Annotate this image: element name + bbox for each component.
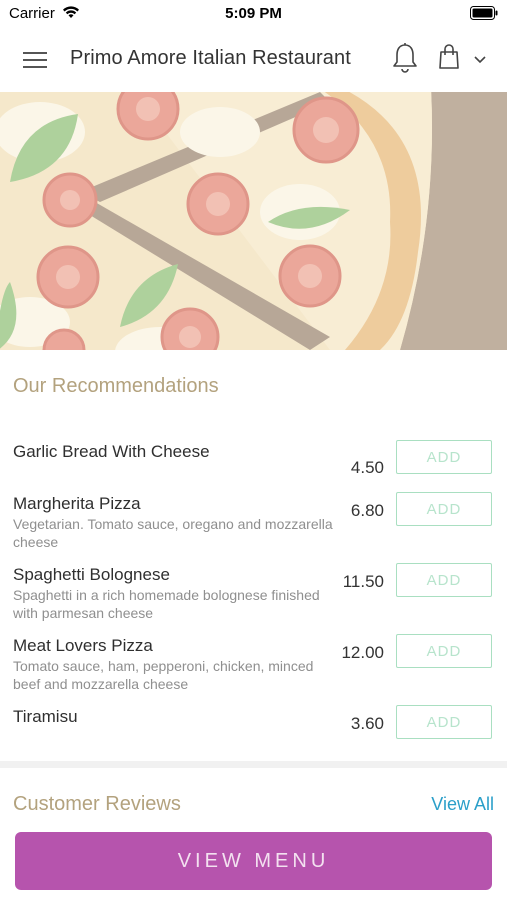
item-description: Tomato sauce, ham, pepperoni, chicken, m… bbox=[13, 658, 314, 692]
item-name: Meat Lovers Pizza bbox=[13, 636, 153, 655]
item-price: 4.50 bbox=[350, 458, 384, 477]
add-garlic-bread-button[interactable]: ADD bbox=[396, 440, 492, 474]
bell-icon[interactable] bbox=[391, 42, 419, 74]
item-price: 11.50 bbox=[342, 572, 384, 591]
battery-icon bbox=[470, 6, 498, 24]
app-header: Primo Amore Italian Restaurant bbox=[0, 28, 507, 92]
menu-icon[interactable] bbox=[22, 47, 48, 73]
item-price: 3.60 bbox=[350, 714, 384, 733]
add-tiramisu-button[interactable]: ADD bbox=[396, 705, 492, 739]
add-margherita-button[interactable]: ADD bbox=[396, 492, 492, 526]
recommendations-title: Our Recommendations bbox=[13, 375, 219, 397]
item-name: Spaghetti Bolognese bbox=[13, 565, 170, 584]
page-title: Primo Amore Italian Restaurant bbox=[70, 47, 351, 69]
item-description: Vegetarian. Tomato sauce, oregano and mo… bbox=[13, 516, 333, 550]
view-all-reviews-link[interactable]: View All bbox=[431, 794, 494, 815]
item-name: Tiramisu bbox=[13, 707, 78, 726]
item-price: 12.00 bbox=[341, 643, 384, 662]
status-bar: Carrier 5:09 PM bbox=[0, 0, 507, 28]
item-name: Garlic Bread With Cheese bbox=[13, 442, 210, 461]
add-spaghetti-button[interactable]: ADD bbox=[396, 563, 492, 597]
hero-pizza-image bbox=[0, 92, 507, 350]
chevron-down-icon[interactable] bbox=[472, 52, 488, 66]
section-divider bbox=[0, 761, 507, 768]
reviews-title: Customer Reviews bbox=[13, 793, 181, 815]
item-price: 6.80 bbox=[350, 501, 384, 520]
add-meat-lovers-button[interactable]: ADD bbox=[396, 634, 492, 668]
item-description: Spaghetti in a rich homemade bolognese f… bbox=[13, 587, 320, 621]
item-name: Margherita Pizza bbox=[13, 494, 141, 513]
clock: 5:09 PM bbox=[225, 5, 282, 22]
shopping-bag-icon[interactable] bbox=[437, 43, 461, 71]
view-menu-button[interactable]: VIEW MENU bbox=[15, 832, 492, 890]
